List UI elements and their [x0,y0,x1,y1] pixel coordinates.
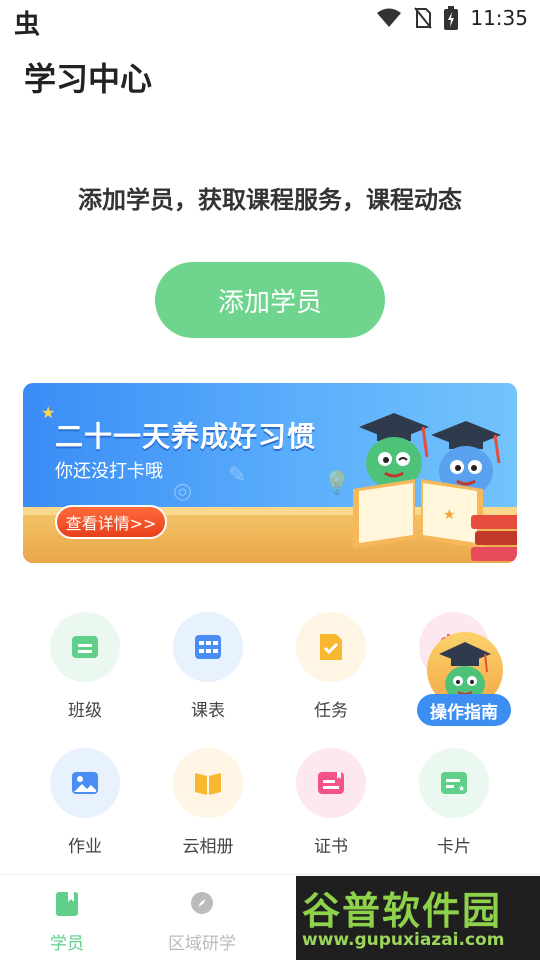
grid-item-homework[interactable]: 作业 [35,748,135,868]
svg-text:★: ★ [443,507,456,523]
banner-subtitle: 你还没打卡哦 [55,457,163,483]
status-icons: 11:35 [376,6,528,30]
grid-label: 云相册 [158,832,258,857]
nav-label: 学员 [12,929,122,954]
page-title: 学习中心 [24,54,152,100]
student-book-icon [55,891,79,917]
view-details-button[interactable]: 查看详情>> [55,505,167,539]
clock-time: 11:35 [470,6,528,30]
watermark-url: www.gupuxiazai.com [302,930,504,950]
grid-label: 课表 [158,696,258,721]
card-icon[interactable]: ★ [419,748,489,818]
grid-item-task[interactable]: 任务 [281,612,381,732]
nav-label: 区域研学 [147,929,257,954]
banner-title: 二十一天养成好习惯 [55,415,316,455]
grid-label: 作业 [35,832,135,857]
grid-label: 任务 [281,696,381,721]
wifi-icon [376,7,402,29]
open-book-illustration: ★ [353,479,483,549]
globe-icon: ◎ [173,479,192,504]
grid-item-class[interactable]: 班级 [35,612,135,732]
app-notification-icon: 虫 [14,4,40,41]
add-student-button[interactable]: 添加学员 [155,262,385,338]
grid-item-card[interactable]: ★ 卡片 [404,748,504,868]
task-icon[interactable] [296,612,366,682]
operation-guide-float[interactable]: 操作指南 [417,632,513,728]
habit-banner[interactable]: ★ 💡 ◎ ✎ 二十一天养成好习惯 你还没打卡哦 查看详情>> ★ [23,383,517,563]
lightbulb-icon: 💡 [323,471,350,496]
star-icon: ★ [41,403,55,422]
grid-item-timetable[interactable]: 课表 [158,612,258,732]
compass-icon [190,891,214,915]
battery-charging-icon [444,6,458,30]
svg-text:★: ★ [458,784,465,793]
pencil-icon: ✎ [228,463,246,488]
nav-item-regional-study[interactable]: 区域研学 [147,887,257,957]
nav-item-students[interactable]: 学员 [12,887,122,957]
status-bar: 虫 11:35 [0,0,540,38]
operation-guide-button[interactable]: 操作指南 [417,694,511,726]
add-student-prompt: 添加学员，获取课程服务，课程动态 [0,180,540,215]
book-stack-illustration [471,503,517,563]
grid-item-cloud-album[interactable]: 云相册 [158,748,258,868]
homework-icon[interactable] [50,748,120,818]
timetable-icon[interactable] [173,612,243,682]
grid-label: 卡片 [404,832,504,857]
watermark-logo: 谷普软件园 [302,880,502,935]
grid-item-certificate[interactable]: 证书 [281,748,381,868]
cloud-album-icon[interactable] [173,748,243,818]
class-icon[interactable] [50,612,120,682]
grid-label: 班级 [35,696,135,721]
no-sim-icon [414,7,432,29]
certificate-icon[interactable] [296,748,366,818]
watermark: 谷普软件园 www.gupuxiazai.com [296,876,540,960]
grid-label: 证书 [281,832,381,857]
